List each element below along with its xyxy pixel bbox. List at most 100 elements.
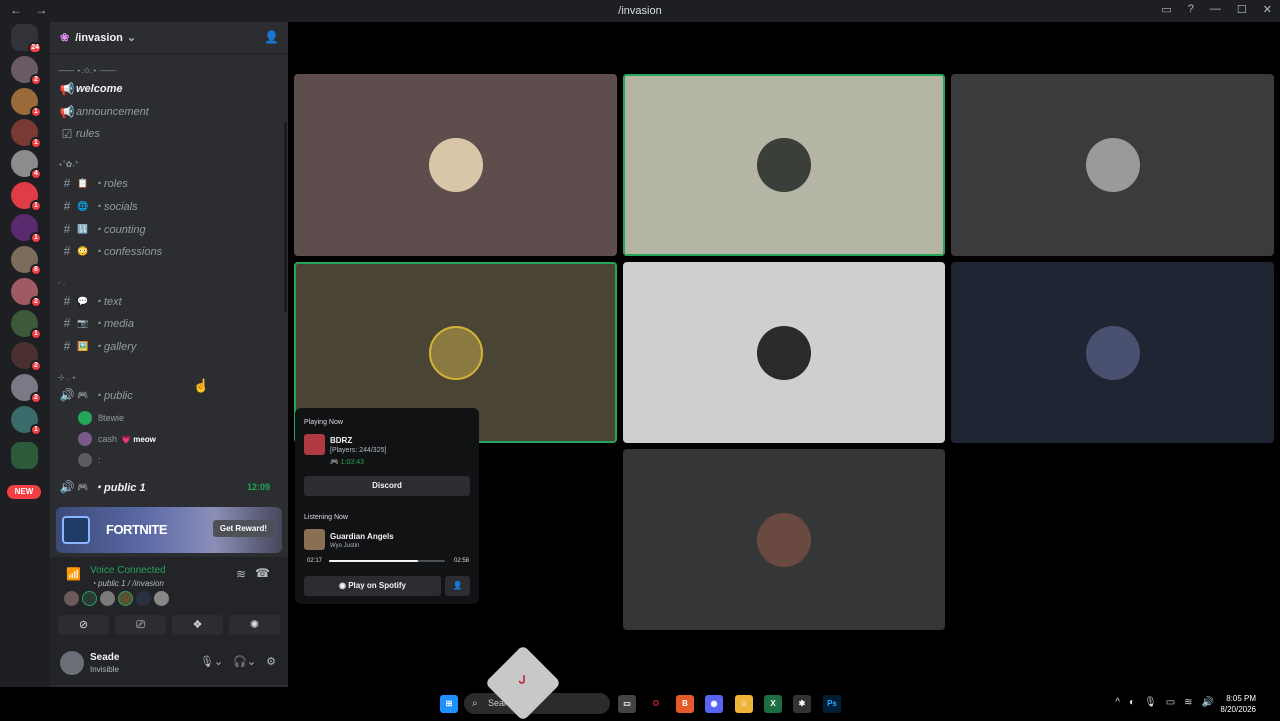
microphone-icon[interactable]: 🎙	[1144, 697, 1157, 708]
server-icon[interactable]: 1	[11, 119, 42, 149]
voice-tile[interactable]	[951, 74, 1274, 256]
avatar[interactable]	[154, 591, 169, 606]
channel-emoji: 📋	[77, 177, 89, 188]
clock[interactable]: 8:05 PM 8/20/2026	[1220, 693, 1256, 715]
voice-channel-public[interactable]: 🔊 🎮 ・public	[58, 385, 280, 405]
server-icon-active[interactable]	[11, 442, 38, 469]
disconnect-icon[interactable]: ☎	[255, 566, 270, 580]
server-icon[interactable]: 2	[11, 278, 42, 308]
headphones-icon[interactable]: 🎧⌄	[233, 655, 256, 668]
category-header[interactable]: —— ⋆.✩.⋆ ——	[58, 66, 116, 75]
channel-counting[interactable]: # 🔢 ・counting	[58, 219, 280, 239]
server-icon[interactable]: 1	[11, 310, 42, 340]
voice-tile[interactable]	[951, 262, 1274, 443]
server-icon[interactable]: 2	[11, 374, 42, 404]
close-button[interactable]: ✕	[1263, 3, 1272, 16]
volume-icon[interactable]: 🔊	[1202, 697, 1214, 708]
channel-announcement[interactable]: 📢 announcement	[58, 102, 280, 122]
minimize-button[interactable]: —	[1210, 3, 1221, 16]
category-header[interactable]: ⋆˚✿˖°	[58, 160, 78, 169]
channel-gallery[interactable]: # 🖼️ ・gallery	[58, 336, 280, 356]
server-icon[interactable]: 8	[11, 246, 42, 276]
get-reward-button[interactable]: Get Reward!	[212, 520, 274, 537]
help-icon[interactable]: ?	[1188, 3, 1194, 16]
server-icon[interactable]: 1	[11, 406, 42, 436]
voice-user[interactable]: :	[78, 451, 101, 469]
server-icon[interactable]: 4	[11, 150, 42, 180]
channel-rules[interactable]: ☑ rules	[58, 124, 280, 144]
home-button[interactable]: 24	[11, 24, 42, 54]
noise-suppression-icon[interactable]: ≋	[236, 567, 246, 581]
add-friend-icon[interactable]: 👤	[445, 576, 470, 596]
battery-icon[interactable]: ▭	[1166, 697, 1175, 708]
inbox-icon[interactable]: ▭	[1161, 3, 1171, 16]
promo-banner[interactable]: FORTNITE Get Reward!	[56, 507, 282, 553]
voice-user[interactable]: 8tewie	[78, 409, 124, 427]
discord-icon[interactable]: ◉	[705, 695, 723, 713]
soundboard-icon[interactable]: ✺	[229, 615, 280, 635]
channel-welcome[interactable]: 📢 welcome	[58, 79, 280, 99]
avatar	[757, 512, 811, 567]
gear-icon[interactable]: ⚙	[266, 655, 276, 668]
channel-socials[interactable]: # 🌐 ・socials	[58, 196, 280, 216]
windows-start-icon[interactable]: ⊞	[440, 695, 458, 713]
voice-tile[interactable]	[623, 449, 945, 630]
song-title[interactable]: Guardian Angels	[330, 532, 394, 541]
brave-icon[interactable]: B	[676, 695, 694, 713]
discord-button[interactable]: Discord	[304, 476, 470, 496]
channel-roles[interactable]: # 📋 ・roles	[58, 173, 280, 193]
excel-icon[interactable]: X	[764, 695, 782, 713]
channel-media[interactable]: # 📷 ・media	[58, 313, 280, 333]
opera-icon[interactable]: O	[647, 695, 665, 713]
voice-tile[interactable]	[294, 74, 617, 256]
photoshop-icon[interactable]: Ps	[823, 695, 841, 713]
app-icon[interactable]: ☺	[735, 695, 753, 713]
category-header[interactable]: ⊹ . ⋆	[58, 373, 76, 382]
category-header[interactable]: - .	[58, 278, 65, 287]
channel-confessions[interactable]: # 😳 ・confessions	[58, 241, 280, 261]
avatar[interactable]	[136, 591, 151, 606]
new-badge[interactable]: NEW	[7, 485, 41, 499]
voice-user[interactable]: cash 💗 meow	[78, 430, 156, 448]
voice-channel-public-1[interactable]: 🔊 🎮 ・public 1 12:09	[58, 477, 280, 497]
channel-emoji: 🔢	[77, 223, 89, 234]
server-name: /invasion	[75, 31, 123, 44]
channel-label: welcome	[76, 83, 123, 95]
avatar[interactable]	[118, 591, 133, 606]
screen-share-icon[interactable]: ⎚	[115, 615, 166, 635]
server-icon[interactable]: 1	[11, 214, 42, 244]
server-icon[interactable]: 2	[11, 56, 42, 86]
invite-people-icon[interactable]: 👤	[264, 30, 279, 44]
avatar[interactable]	[60, 651, 84, 675]
unread-badge: 4	[30, 168, 42, 180]
voice-tile-speaking[interactable]	[623, 74, 945, 256]
avatar[interactable]	[64, 591, 79, 606]
wifi-icon[interactable]: ≋	[1184, 697, 1192, 708]
server-header[interactable]: ❀ /invasion ⌄ 👤	[50, 22, 288, 54]
unread-badge: 1	[30, 106, 42, 118]
avatar	[757, 138, 811, 192]
scrollbar[interactable]	[284, 122, 287, 312]
song-artist[interactable]: Wyo Justin	[330, 543, 359, 549]
avatar[interactable]	[100, 591, 115, 606]
task-view-icon[interactable]: ▭	[618, 695, 636, 713]
unread-badge: 1	[30, 200, 42, 212]
server-icon[interactable]: 1	[11, 182, 42, 212]
microphone-icon[interactable]: 🎙⌄	[200, 655, 223, 668]
signal-icon[interactable]: 📶	[66, 567, 81, 581]
maximize-button[interactable]: ☐	[1237, 3, 1247, 16]
server-icon[interactable]: 2	[11, 342, 42, 372]
server-icon[interactable]: 1	[11, 88, 42, 118]
user-name[interactable]: Seade	[90, 652, 119, 663]
channel-text[interactable]: # 💬 ・text	[58, 291, 280, 311]
tray-app-icon[interactable]: ◐	[1129, 697, 1135, 708]
camera-off-icon[interactable]: ⊘	[58, 615, 109, 635]
play-on-spotify-button[interactable]: ◉ Play on Spotify	[304, 576, 441, 596]
voice-status[interactable]: Voice Connected	[90, 565, 166, 576]
avatar[interactable]	[82, 591, 97, 606]
chevron-up-icon[interactable]: ^	[1115, 697, 1120, 708]
activities-icon[interactable]: ❖	[172, 615, 223, 635]
voice-tile[interactable]	[623, 262, 945, 443]
app-icon[interactable]: ✱	[793, 695, 811, 713]
voice-location[interactable]: ・public 1 / /invasion	[90, 578, 164, 589]
